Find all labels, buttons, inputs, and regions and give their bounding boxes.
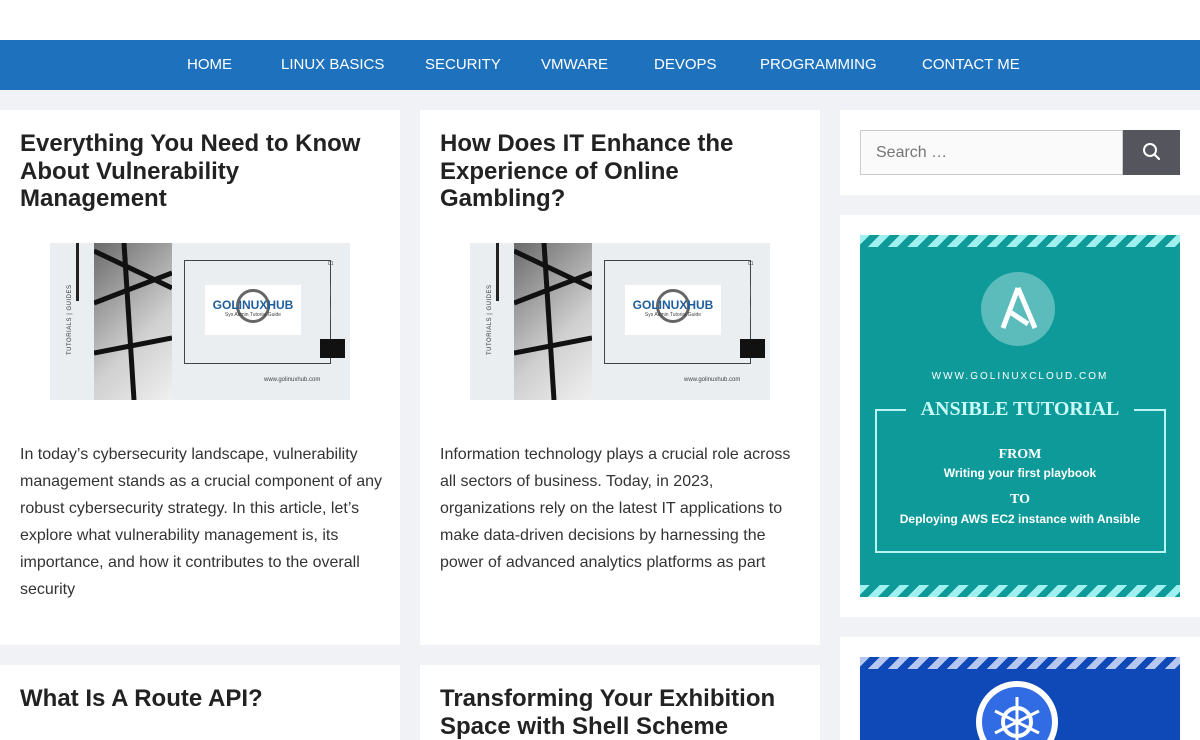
search-input[interactable] [860, 130, 1123, 175]
nav-vmware[interactable]: VMWARE [541, 40, 608, 90]
logo-text: GOLINUXHUB [632, 298, 714, 312]
golinuxhub-logo: GOLINUXHUB Sys Admin Tutorial Guide [205, 285, 301, 335]
banner-to-label: TO [1010, 492, 1030, 507]
banner-site-url: WWW.GOLINUXCLOUD.COM [931, 371, 1109, 382]
banner-to-text: Deploying AWS EC2 instance with Ansible [899, 512, 1141, 526]
logo-subtitle: Sys Admin Tutorial Guide [224, 312, 282, 318]
top-header [0, 0, 1200, 40]
thumbnail-dark-block [320, 339, 345, 358]
search-icon [1143, 143, 1161, 161]
banner-from-label: FROM [998, 447, 1042, 462]
post-card: How Does IT Enhance the Experience of On… [420, 110, 820, 645]
post-title[interactable]: Everything You Need to Know About Vulner… [20, 130, 380, 213]
thumbnail-photo [512, 243, 594, 400]
post-card: What Is A Route API? [0, 665, 400, 740]
search-widget [840, 110, 1200, 195]
thumbnail-tick [750, 285, 751, 297]
thumbnail-url: www.golinuxhub.com [264, 377, 321, 383]
ansible-logo-icon [981, 272, 1055, 346]
thumbnail-number: 01 [328, 261, 334, 267]
post-excerpt: Information technology plays a crucial r… [440, 446, 791, 571]
post-title[interactable]: How Does IT Enhance the Experience of On… [440, 130, 800, 213]
ansible-ad-widget: WWW.GOLINUXCLOUD.COM ANSIBLE TUTORIAL FR… [840, 215, 1200, 617]
nav-programming[interactable]: PROGRAMMING [760, 40, 877, 90]
post-excerpt: In today’s cybersecurity landscape, vuln… [20, 446, 382, 598]
thumbnail-url: www.golinuxhub.com [684, 377, 741, 383]
golinuxhub-logo: GOLINUXHUB Sys Admin Tutorial Guide [625, 285, 721, 335]
search-button[interactable] [1123, 130, 1180, 175]
nav-linux-basics[interactable]: LINUX BASICS [281, 40, 384, 90]
banner-stripe [860, 235, 1180, 247]
nav-devops[interactable]: DEVOPS [654, 40, 717, 90]
kubernetes-logo-inner [982, 687, 1052, 740]
thumbnail-side-text: TUTORIALS | GUIDES [487, 284, 493, 355]
kubernetes-ad-widget [840, 637, 1200, 740]
logo-subtitle: Sys Admin Tutorial Guide [644, 312, 702, 318]
post-card: Transforming Your Exhibition Space with … [420, 665, 820, 740]
window-frame-icon [92, 243, 174, 400]
kubernetes-tutorial-banner[interactable] [860, 657, 1180, 740]
banner-heading: ANSIBLE TUTORIAL [920, 398, 1120, 420]
thumbnail-tick [750, 307, 751, 319]
post-title[interactable]: What Is A Route API? [20, 685, 380, 713]
logo-text: GOLINUXHUB [212, 298, 294, 312]
nav-security[interactable]: SECURITY [425, 40, 501, 90]
banner-from-text: Writing your first playbook [943, 466, 1097, 480]
post-card: Everything You Need to Know About Vulner… [0, 110, 400, 645]
post-thumbnail[interactable]: TUTORIALS | GUIDES 01 GOLINUXHUB Sys Adm… [470, 243, 770, 400]
thumbnail-bar [496, 243, 499, 301]
banner-frame [875, 409, 1166, 553]
banner-stripe [860, 657, 1180, 669]
thumbnail-bar [76, 243, 79, 301]
main-navigation: HOME LINUX BASICS SECURITY VMWARE DEVOPS… [0, 40, 1200, 90]
kubernetes-logo-icon [976, 681, 1058, 740]
thumbnail-side-text: TUTORIALS | GUIDES [67, 284, 73, 355]
nav-home[interactable]: HOME [187, 40, 232, 90]
post-title[interactable]: Transforming Your Exhibition Space with … [440, 685, 800, 740]
post-thumbnail[interactable]: TUTORIALS | GUIDES 01 GOLINUXHUB Sys Adm… [50, 243, 350, 400]
thumbnail-tick [330, 285, 331, 297]
ansible-tutorial-banner[interactable]: WWW.GOLINUXCLOUD.COM ANSIBLE TUTORIAL FR… [860, 235, 1180, 597]
window-frame-icon [512, 243, 594, 400]
thumbnail-photo [92, 243, 174, 400]
thumbnail-number: 01 [748, 261, 754, 267]
nav-contact-me[interactable]: CONTACT ME [922, 40, 1020, 90]
banner-stripe [860, 585, 1180, 597]
thumbnail-dark-block [740, 339, 765, 358]
thumbnail-tick [330, 307, 331, 319]
